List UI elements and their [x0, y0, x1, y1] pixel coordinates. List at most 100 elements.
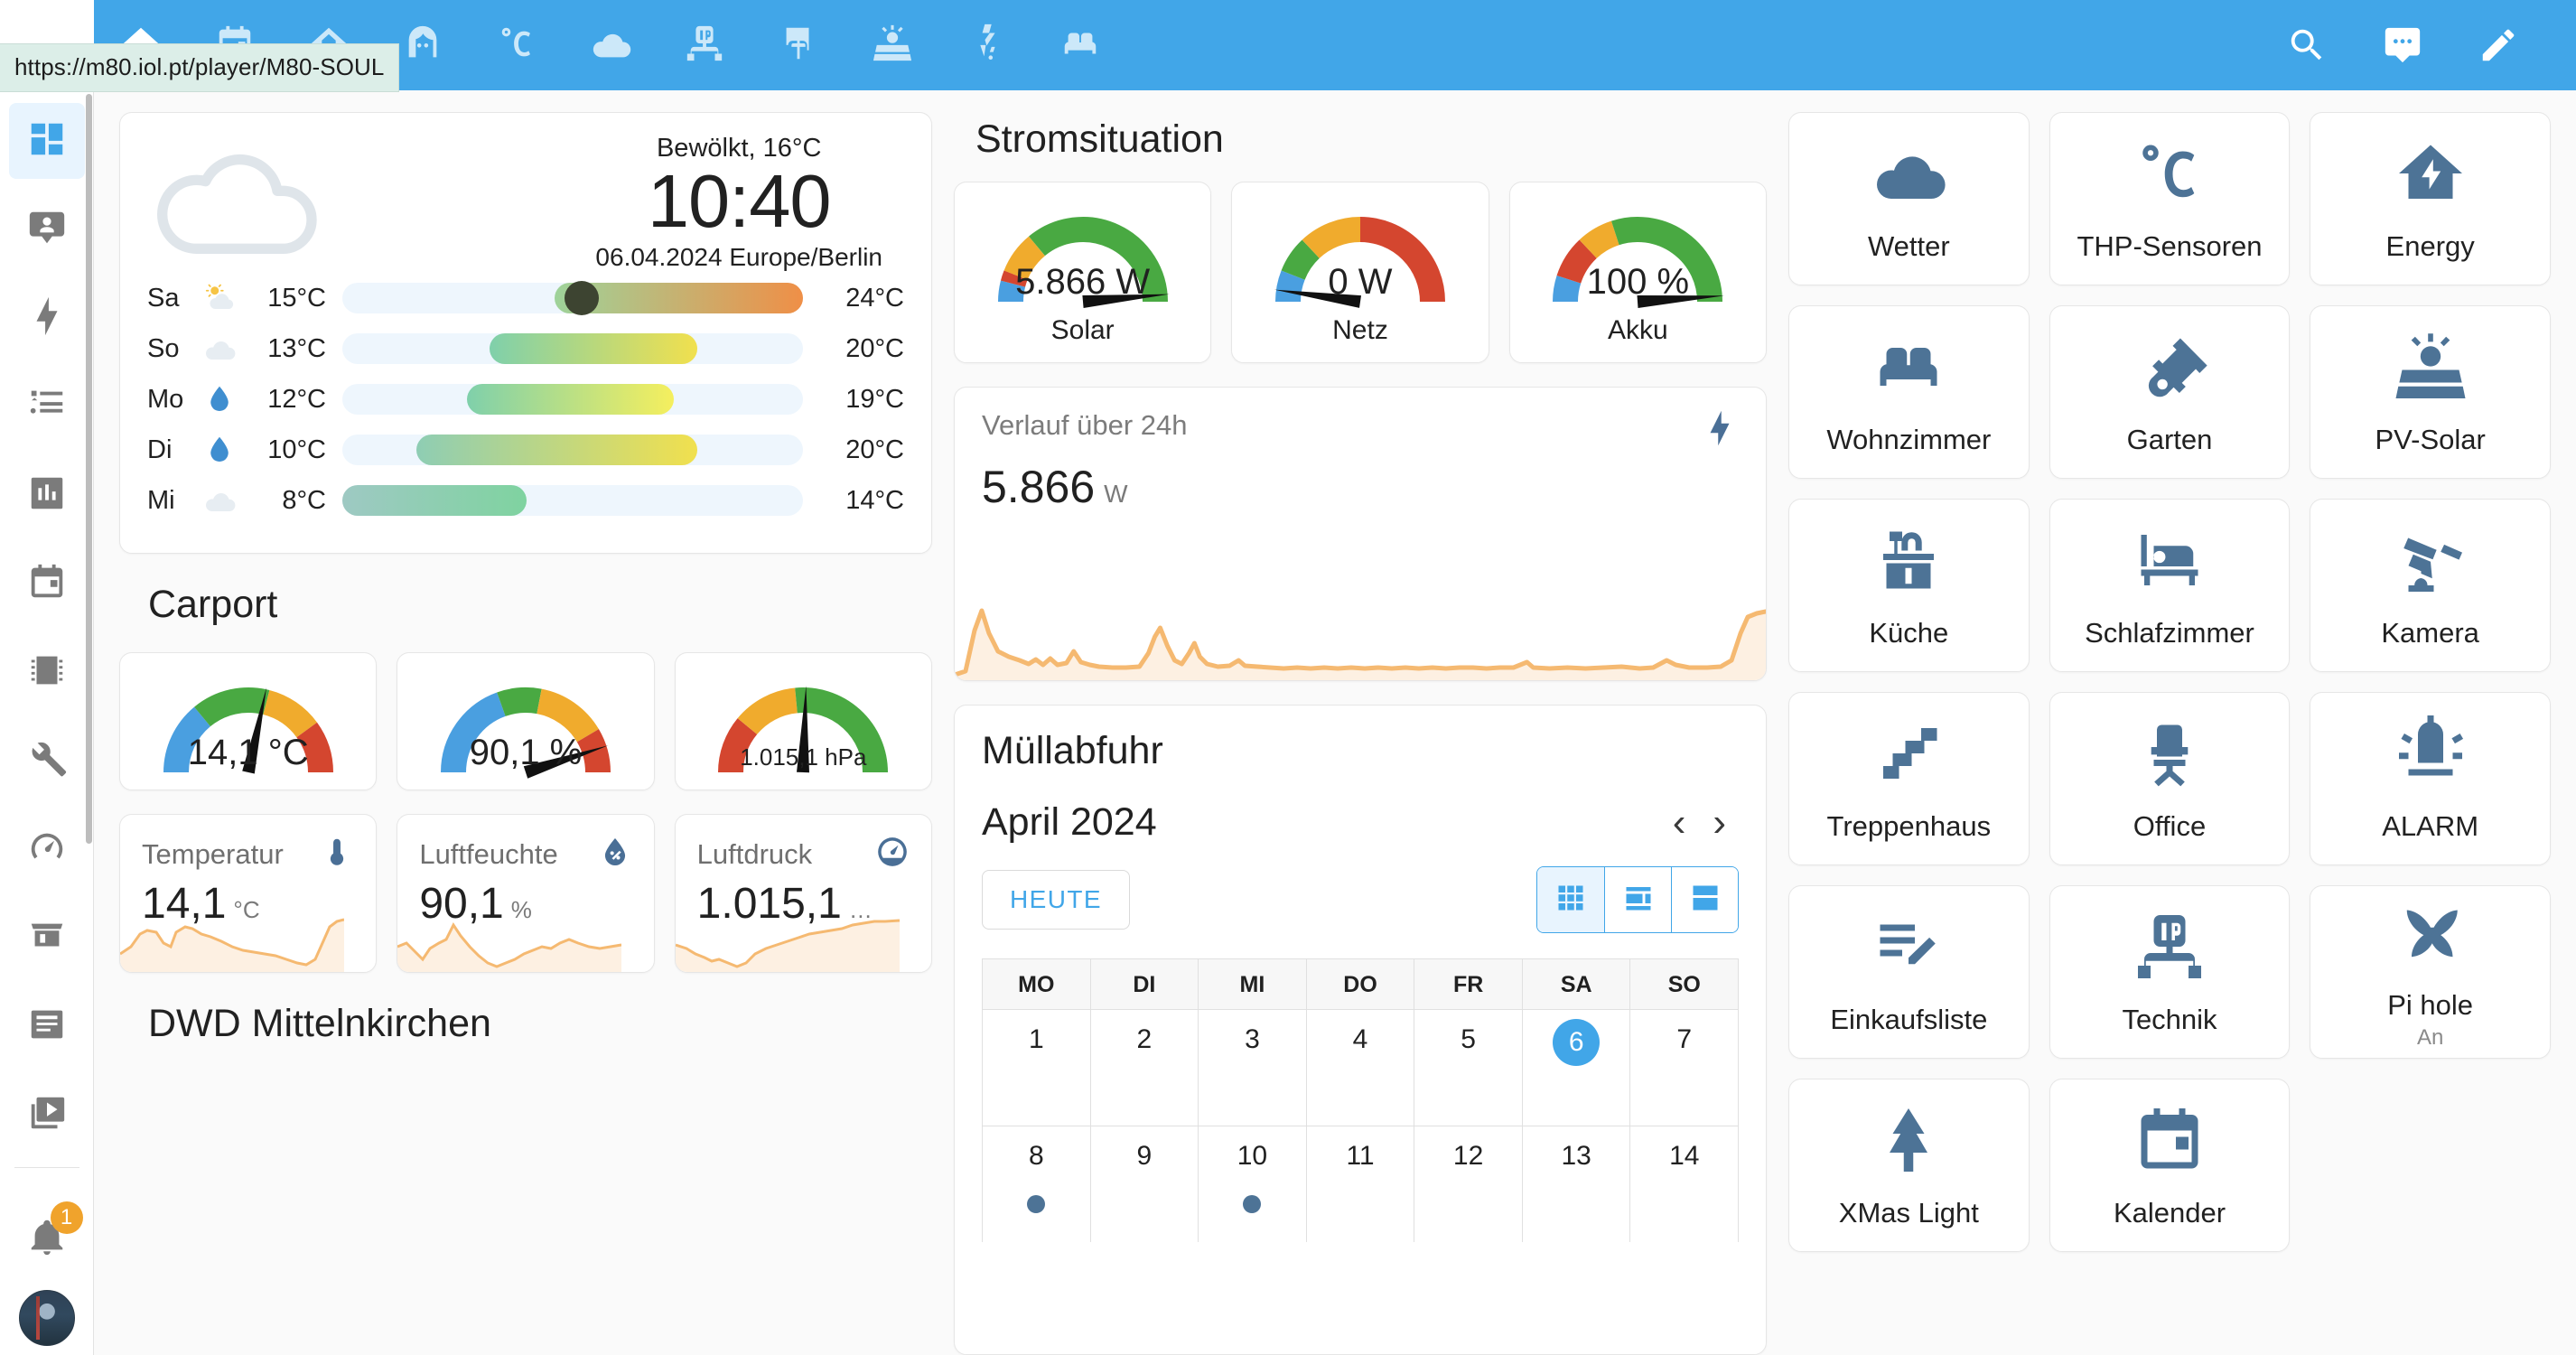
tile-alarm[interactable]: ALARM [2310, 692, 2551, 865]
sidebar-item-logbook[interactable] [9, 369, 85, 444]
gauge-card-solar[interactable]: 5.866 W Solar [954, 182, 1212, 363]
sidebar-item-calendar[interactable] [9, 546, 85, 621]
gauge-value: 1.015,1 hPa [740, 743, 867, 771]
sensor-card-0[interactable]: Temperatur 14,1 °C [119, 814, 378, 973]
assist-icon[interactable] [2361, 4, 2444, 87]
lightning-bolt-icon [26, 295, 68, 341]
gauge-card-temperature[interactable]: 14,1 °C [119, 652, 378, 790]
pencil-icon[interactable] [2457, 4, 2540, 87]
view-tab-network[interactable] [658, 0, 751, 90]
tile-energy[interactable]: Energy [2310, 112, 2551, 285]
tile-xmas-light[interactable]: XMas Light [1788, 1079, 2030, 1252]
tile-label: Pi hole [2387, 988, 2474, 1021]
sidebar-item-map[interactable] [9, 192, 85, 267]
sidebar-items [8, 90, 85, 1153]
sidebar-item-hacs[interactable] [9, 900, 85, 976]
calendar-day-cell[interactable]: 11 [1305, 1126, 1414, 1242]
today-button[interactable]: HEUTE [982, 870, 1130, 930]
sensor-header: Temperatur [142, 835, 354, 874]
search-icon[interactable] [2265, 4, 2348, 87]
calendar-weekday: MI [1198, 959, 1306, 1009]
calendar-day-number: 6 [1553, 1019, 1601, 1066]
calendar-day-cell[interactable]: 7 [1629, 1010, 1738, 1126]
sidebar-item-notifications[interactable]: 1 [9, 1198, 85, 1274]
calendar-day-cell[interactable]: 1 [983, 1010, 1090, 1126]
strom-gauge-row: 5.866 W Solar 0 W Netz 100 % Akku [954, 182, 1767, 363]
column-left: Bewölkt, 16°C 10:40 06.04.2024 Europe/Be… [119, 112, 932, 1355]
calendar-day-cell[interactable]: 5 [1414, 1010, 1522, 1126]
avatar[interactable] [18, 1290, 75, 1346]
tile-wohnzimmer[interactable]: Wohnzimmer [1788, 305, 2030, 479]
calendar-day-cell[interactable]: 12 [1414, 1126, 1522, 1242]
list-edit-icon [1871, 909, 1946, 989]
sidebar-item-esphome[interactable] [9, 634, 85, 710]
calendar-day-cell[interactable]: 8 [983, 1126, 1090, 1242]
forecast-range-bar [342, 281, 803, 315]
tile-kamera[interactable]: Kamera [2310, 499, 2551, 672]
sidebar-item-energy[interactable] [9, 280, 85, 356]
calendar-week-view[interactable] [1604, 867, 1671, 932]
energy-history-card[interactable]: Verlauf über 24h 5.866 W [954, 387, 1767, 681]
sidebar-item-overview[interactable] [8, 103, 85, 179]
celsius-icon [496, 23, 537, 69]
chevron-left-icon[interactable]: ‹ [1673, 802, 1686, 843]
calendar-day-cell[interactable]: 3 [1198, 1010, 1306, 1126]
rainy-icon [196, 434, 243, 466]
tile-wetter[interactable]: Wetter [1788, 112, 2030, 285]
sidebar-item-tools[interactable] [9, 723, 85, 799]
tile-technik[interactable]: Technik [2049, 885, 2291, 1059]
calendar-month-view[interactable] [1537, 867, 1604, 932]
tile-k-che[interactable]: Küche [1788, 499, 2030, 672]
view-tab-livingroom[interactable] [1033, 0, 1127, 90]
sidebar-scrollbar[interactable] [86, 94, 92, 844]
sidebar-item-file-editor[interactable] [9, 988, 85, 1064]
gauge-label: Akku [1607, 315, 1668, 345]
office-chair-icon [2132, 715, 2207, 796]
tile-treppenhaus[interactable]: Treppenhaus [1788, 692, 2030, 865]
calendar-day-cell[interactable]: 10 [1198, 1126, 1306, 1242]
calendar-day-cell[interactable]: 4 [1305, 1010, 1414, 1126]
view-tab-weather[interactable] [564, 0, 658, 90]
tile-pv-solar[interactable]: PV-Solar [2310, 305, 2551, 479]
gauge-card-pressure[interactable]: 1.015,1 hPa [674, 652, 932, 790]
tile-pi-hole[interactable]: Pi hole An [2310, 885, 2551, 1059]
tile-schlafzimmer[interactable]: Schlafzimmer [2049, 499, 2291, 672]
sidebar-item-media[interactable] [9, 1077, 85, 1153]
gauge-card-akku[interactable]: 100 % Akku [1508, 182, 1767, 363]
view-tab-energy[interactable] [939, 0, 1033, 90]
calendar-day-cell[interactable]: 9 [1089, 1126, 1199, 1242]
sidebar-item-speedtest[interactable] [9, 811, 85, 887]
view-tab-temperature[interactable] [470, 0, 564, 90]
tile-label: THP-Sensoren [2077, 229, 2263, 262]
tile-einkaufsliste[interactable]: Einkaufsliste [1788, 885, 2030, 1059]
calendar-day-view[interactable] [1671, 867, 1738, 932]
calendar-day-cell[interactable]: 13 [1521, 1126, 1630, 1242]
tile-label: PV-Solar [2375, 423, 2486, 455]
tile-office[interactable]: Office [2049, 692, 2291, 865]
view-tab-solar[interactable] [845, 0, 939, 90]
calendar-weekday: DO [1305, 959, 1414, 1009]
calendar-day-cell[interactable]: 2 [1089, 1010, 1199, 1126]
calendar-event-dot[interactable] [1027, 1195, 1046, 1213]
view-day-icon [1689, 882, 1722, 919]
gauge-card-humidity[interactable]: 90,1 % [397, 652, 655, 790]
tile-thp-sensoren[interactable]: THP-Sensoren [2049, 112, 2291, 285]
gauge-value: 0 W [1328, 262, 1393, 302]
gauge-card-netz[interactable]: 0 W Netz [1231, 182, 1489, 363]
sensor-card-2[interactable]: Luftdruck 1.015,1… [674, 814, 932, 973]
chevron-right-icon[interactable]: › [1713, 802, 1726, 843]
sidebar-item-history[interactable] [9, 457, 85, 533]
cloudy-icon [147, 133, 328, 273]
calendar-day-cell[interactable]: 14 [1629, 1126, 1738, 1242]
calendar-day-cell[interactable]: 6 [1521, 1010, 1630, 1126]
forecast-range-fill [342, 485, 527, 516]
tile-kalender[interactable]: Kalender [2049, 1079, 2291, 1252]
sensor-card-1[interactable]: Luftfeuchte 90,1% [397, 814, 655, 973]
weather-now-block: Bewölkt, 16°C 10:40 06.04.2024 Europe/Be… [595, 134, 904, 273]
calendar-event-dot[interactable] [1243, 1195, 1262, 1213]
cloudy-icon [196, 332, 243, 365]
weather-card[interactable]: Bewölkt, 16°C 10:40 06.04.2024 Europe/Be… [119, 112, 932, 554]
tile-garten[interactable]: Garten [2049, 305, 2291, 479]
view-tab-garage[interactable] [751, 0, 845, 90]
view-week-icon [1622, 882, 1655, 919]
